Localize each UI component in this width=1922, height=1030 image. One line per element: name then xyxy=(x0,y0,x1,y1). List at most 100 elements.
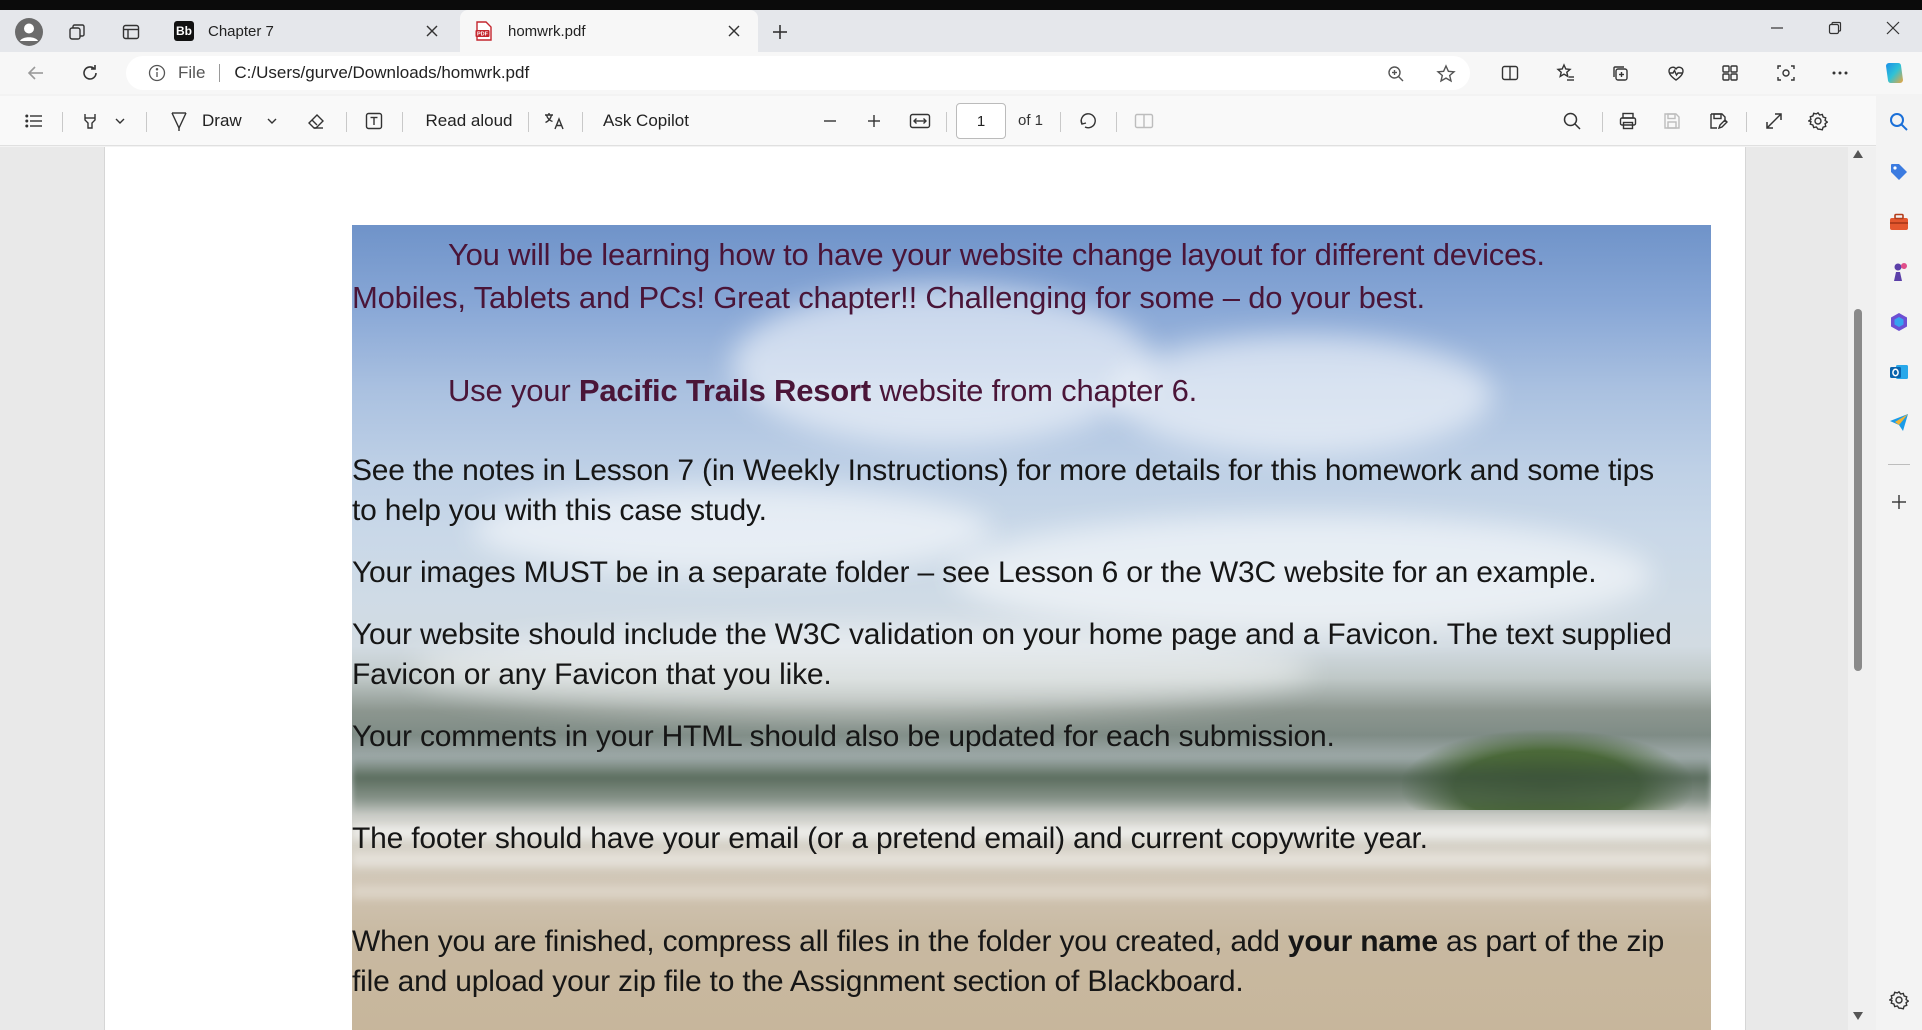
print-button[interactable] xyxy=(1610,104,1646,138)
refresh-button[interactable] xyxy=(72,56,108,90)
back-button[interactable] xyxy=(18,56,54,90)
split-screen-button[interactable] xyxy=(1492,56,1528,90)
validation-line-2: Favicon or any Favicon that you like. xyxy=(352,658,832,691)
validation-line-1: Your website should include the W3C vali… xyxy=(352,618,1672,651)
toolbar-divider xyxy=(946,112,947,132)
outlook-icon xyxy=(1890,365,1908,379)
favorite-star-icon[interactable] xyxy=(1436,64,1456,84)
collections-button[interactable] xyxy=(1602,56,1638,90)
sidebar-add-button[interactable] xyxy=(1887,490,1911,514)
workspaces-button[interactable] xyxy=(58,14,96,50)
title-bar: Bb Chapter 7 PDF homwrk.pdf xyxy=(0,0,1922,52)
expand-icon xyxy=(1766,113,1782,129)
translate-icon xyxy=(545,113,564,130)
toolbar-divider xyxy=(1602,112,1603,132)
sidebar-outlook-button[interactable] xyxy=(1887,360,1911,384)
browser-essentials-button[interactable] xyxy=(1658,56,1694,90)
toolbar-divider xyxy=(528,112,529,132)
search-icon xyxy=(1890,113,1908,131)
highlight-button[interactable] xyxy=(72,104,108,138)
puzzle-icon xyxy=(1722,65,1738,81)
restore-button[interactable] xyxy=(1806,10,1864,46)
sidebar-settings-button[interactable] xyxy=(1887,988,1911,1012)
chess-piece-icon xyxy=(1894,263,1907,281)
sidebar-drop-button[interactable] xyxy=(1887,410,1911,434)
scrollbar-thumb[interactable] xyxy=(1854,309,1862,671)
settings-and-more-button[interactable] xyxy=(1822,56,1858,90)
screenshot-button[interactable] xyxy=(1768,56,1804,90)
scroll-down-arrow[interactable] xyxy=(1851,1009,1865,1023)
table-of-contents-button[interactable] xyxy=(16,104,52,138)
sidebar-shopping-button[interactable] xyxy=(1887,160,1911,184)
minimize-button[interactable] xyxy=(1748,10,1806,46)
fit-to-width-button[interactable] xyxy=(902,104,938,138)
your-name-emphasis: your name xyxy=(1287,925,1438,958)
profile-button[interactable] xyxy=(10,14,48,50)
zoom-icon[interactable] xyxy=(1386,64,1406,84)
save-icon xyxy=(1664,113,1680,129)
chevron-down-icon xyxy=(115,118,125,124)
extensions-button[interactable] xyxy=(1712,56,1748,90)
more-horizontal-icon xyxy=(1832,71,1848,75)
new-tab-button[interactable] xyxy=(762,14,798,50)
draw-pen-icon xyxy=(171,112,187,131)
sidebar-tools-button[interactable] xyxy=(1887,210,1911,234)
highlight-dropdown[interactable] xyxy=(108,104,132,138)
split-screen-icon xyxy=(1501,65,1519,81)
toolbar-divider xyxy=(402,112,403,132)
collections-icon xyxy=(1613,66,1628,81)
close-window-button[interactable] xyxy=(1864,10,1922,46)
favorites-button[interactable] xyxy=(1548,56,1584,90)
draw-dropdown[interactable] xyxy=(262,104,282,138)
page-number-input[interactable]: 1 xyxy=(956,103,1006,139)
ask-copilot-button[interactable]: Ask Copilot xyxy=(594,104,698,138)
save-button[interactable] xyxy=(1654,104,1690,138)
info-icon[interactable] xyxy=(148,64,166,82)
toolbar-divider xyxy=(146,112,147,132)
tab-chapter-7[interactable]: Bb Chapter 7 xyxy=(160,10,456,52)
triangle-down-icon xyxy=(1853,1012,1863,1020)
list-icon xyxy=(25,114,42,128)
find-button[interactable] xyxy=(1554,104,1590,138)
translate-button[interactable] xyxy=(536,104,572,138)
erase-button[interactable] xyxy=(298,104,334,138)
rotate-button[interactable] xyxy=(1070,104,1106,138)
blackboard-favicon: Bb xyxy=(174,21,194,41)
intro-line-2: Mobiles, Tablets and PCs! Great chapter!… xyxy=(352,280,1425,315)
gear-icon xyxy=(1808,111,1828,131)
url-scheme-label: File xyxy=(178,63,206,82)
zoom-out-button[interactable] xyxy=(812,104,848,138)
url-text[interactable]: C:/Users/gurve/Downloads/homwrk.pdf xyxy=(234,63,529,83)
address-bar[interactable]: File C:/Users/gurve/Downloads/homwrk.pdf xyxy=(126,56,1470,90)
tab-close-button[interactable] xyxy=(422,21,442,41)
zoom-in-button[interactable] xyxy=(856,104,892,138)
sidebar-search-button[interactable] xyxy=(1887,110,1911,134)
tab-close-button[interactable] xyxy=(724,21,744,41)
search-icon xyxy=(1563,112,1581,130)
tab-actions-icon xyxy=(122,24,140,40)
read-aloud-button[interactable]: Read aloud xyxy=(414,104,524,138)
favorites-list-icon xyxy=(1556,63,1574,81)
eraser-icon xyxy=(308,114,324,129)
tab-homwrk-pdf[interactable]: PDF homwrk.pdf xyxy=(460,10,758,52)
copilot-icon xyxy=(1886,62,1903,84)
address-row: File C:/Users/gurve/Downloads/homwrk.pdf xyxy=(0,52,1922,94)
gear-icon xyxy=(1889,990,1909,1010)
intro-line-1: You will be learning how to have your we… xyxy=(448,237,1545,272)
sidebar-microsoft-365-button[interactable] xyxy=(1887,310,1911,334)
footer-line: The footer should have your email (or a … xyxy=(352,822,1428,855)
sidebar-divider xyxy=(1888,464,1910,465)
copilot-button[interactable] xyxy=(1876,56,1912,90)
scroll-up-arrow[interactable] xyxy=(1851,147,1865,161)
vertical-scrollbar[interactable] xyxy=(1848,147,1876,1030)
vertical-tabs-button[interactable] xyxy=(112,14,150,50)
save-as-button[interactable] xyxy=(1700,104,1736,138)
read-aloud-label: Read aloud xyxy=(425,111,513,130)
add-text-button[interactable] xyxy=(356,104,392,138)
pdf-settings-button[interactable] xyxy=(1800,104,1836,138)
pdf-viewer[interactable]: You will be learning how to have your we… xyxy=(0,147,1876,1030)
sidebar-games-button[interactable] xyxy=(1887,260,1911,284)
full-screen-button[interactable] xyxy=(1756,104,1792,138)
profile-icon xyxy=(15,18,43,46)
page-view-button[interactable] xyxy=(1126,104,1162,138)
